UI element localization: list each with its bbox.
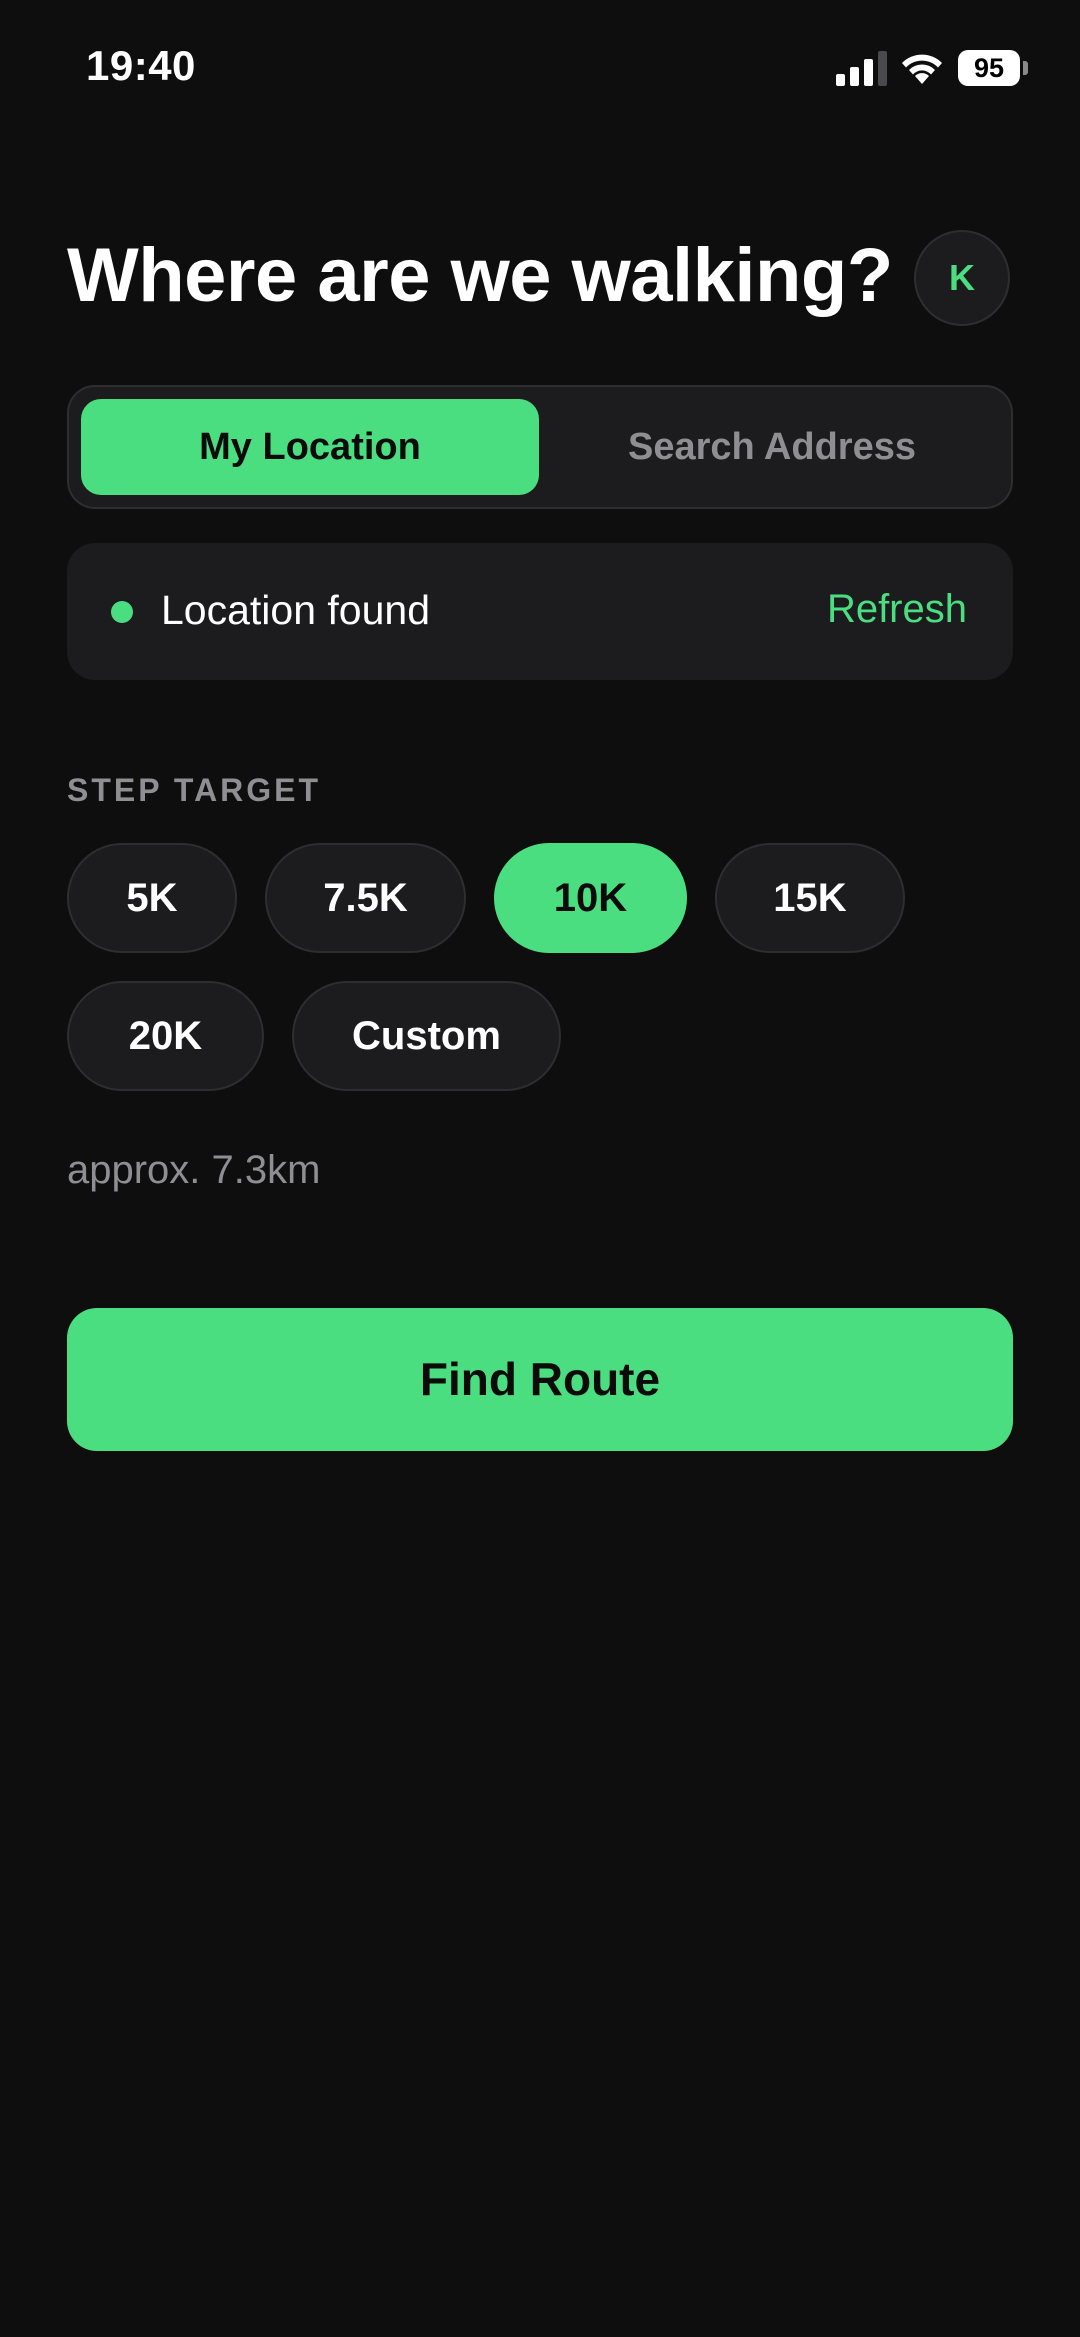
page-title: Where are we walking?	[67, 233, 893, 318]
signal-icon	[836, 51, 887, 86]
battery-tip	[1023, 61, 1028, 75]
chip-custom[interactable]: Custom	[292, 981, 561, 1091]
chip-20k[interactable]: 20K	[67, 981, 264, 1091]
refresh-button[interactable]: Refresh	[827, 587, 967, 632]
battery-level: 95	[958, 50, 1020, 86]
avatar[interactable]: K	[914, 230, 1010, 326]
approx-distance: approx. 7.3km	[67, 1148, 321, 1192]
tab-my-location[interactable]: My Location	[81, 399, 539, 495]
status-time: 19:40	[86, 42, 196, 89]
step-target-label: STEP TARGET	[67, 772, 322, 808]
location-status-card: Location found Refresh	[67, 543, 1013, 680]
location-mode-toggle: My Location Search Address	[67, 385, 1013, 509]
wifi-icon	[902, 54, 942, 84]
tab-search-address[interactable]: Search Address	[543, 399, 1001, 495]
chip-10k[interactable]: 10K	[494, 843, 687, 953]
location-status-text: Location found	[161, 587, 431, 633]
battery-icon: 95	[958, 50, 1028, 86]
chip-7-5k[interactable]: 7.5K	[265, 843, 466, 953]
status-bar: 19:40 95	[0, 0, 1080, 140]
chip-15k[interactable]: 15K	[715, 843, 905, 953]
status-dot-icon	[111, 601, 133, 623]
find-route-button[interactable]: Find Route	[67, 1308, 1013, 1451]
chip-5k[interactable]: 5K	[67, 843, 237, 953]
